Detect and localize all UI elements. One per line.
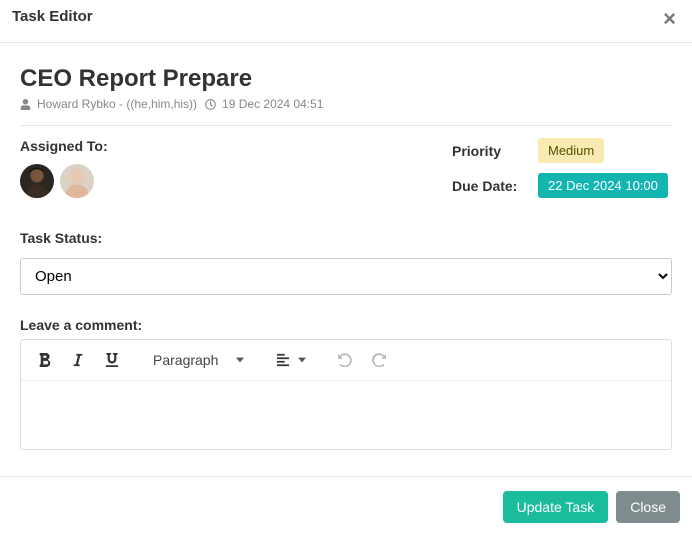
comment-section: Leave a comment: Paragraph [20,317,672,450]
due-date-label: Due Date: [452,178,524,194]
redo-button[interactable] [362,344,396,376]
assignee-avatars [20,164,452,198]
task-status-select[interactable]: Open [20,258,672,295]
editor-toolbar: Paragraph [21,340,671,381]
update-task-button[interactable]: Update Task [503,491,609,523]
assign-priority-row: Assigned To: Priority Medium Due Date: [20,138,672,208]
close-button[interactable]: Close [616,491,680,523]
user-icon [20,99,31,110]
task-created-at: 19 Dec 2024 04:51 [222,97,323,111]
modal-header: Task Editor × [0,0,692,43]
modal-title: Task Editor [12,8,93,25]
paragraph-dropdown[interactable]: Paragraph [143,344,254,376]
divider [20,125,672,126]
modal-body: CEO Report Prepare Howard Rybko - ((he,h… [0,43,692,450]
align-dropdown[interactable] [268,344,314,376]
avatar[interactable] [60,164,94,198]
status-section: Task Status: Open [20,230,672,295]
chevron-down-icon [236,356,244,364]
underline-button[interactable] [95,344,129,376]
task-title: CEO Report Prepare [20,65,672,93]
align-left-icon [276,353,290,367]
assigned-to-label: Assigned To: [20,138,452,154]
task-status-label: Task Status: [20,230,672,246]
task-author: Howard Rybko - ((he,him,his)) [37,97,197,111]
clock-icon [205,99,216,110]
comment-textarea[interactable] [21,381,671,449]
undo-button[interactable] [328,344,362,376]
comment-editor: Paragraph [20,339,672,450]
due-date-badge: 22 Dec 2024 10:00 [538,173,668,198]
task-editor-modal: Task Editor × CEO Report Prepare Howard … [0,0,692,539]
priority-label: Priority [452,143,524,159]
comment-label: Leave a comment: [20,317,672,333]
priority-badge: Medium [538,138,604,163]
bold-button[interactable] [27,344,61,376]
paragraph-label: Paragraph [153,352,218,368]
close-icon[interactable]: × [659,8,680,30]
italic-button[interactable] [61,344,95,376]
modal-footer: Update Task Close [0,476,692,523]
task-meta: Howard Rybko - ((he,him,his)) 19 Dec 202… [20,97,672,111]
avatar[interactable] [20,164,54,198]
chevron-down-icon [298,356,306,364]
